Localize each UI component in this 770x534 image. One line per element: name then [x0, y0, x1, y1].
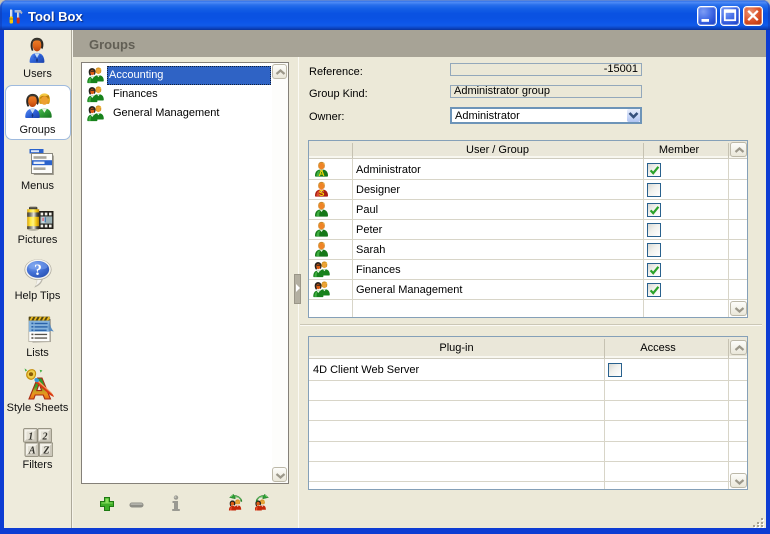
svg-text:Z: Z — [42, 446, 49, 457]
svg-text:1: 1 — [28, 432, 33, 443]
svg-text:A: A — [28, 446, 36, 457]
svg-text:2: 2 — [42, 432, 48, 443]
svg-text:?: ? — [34, 262, 42, 279]
